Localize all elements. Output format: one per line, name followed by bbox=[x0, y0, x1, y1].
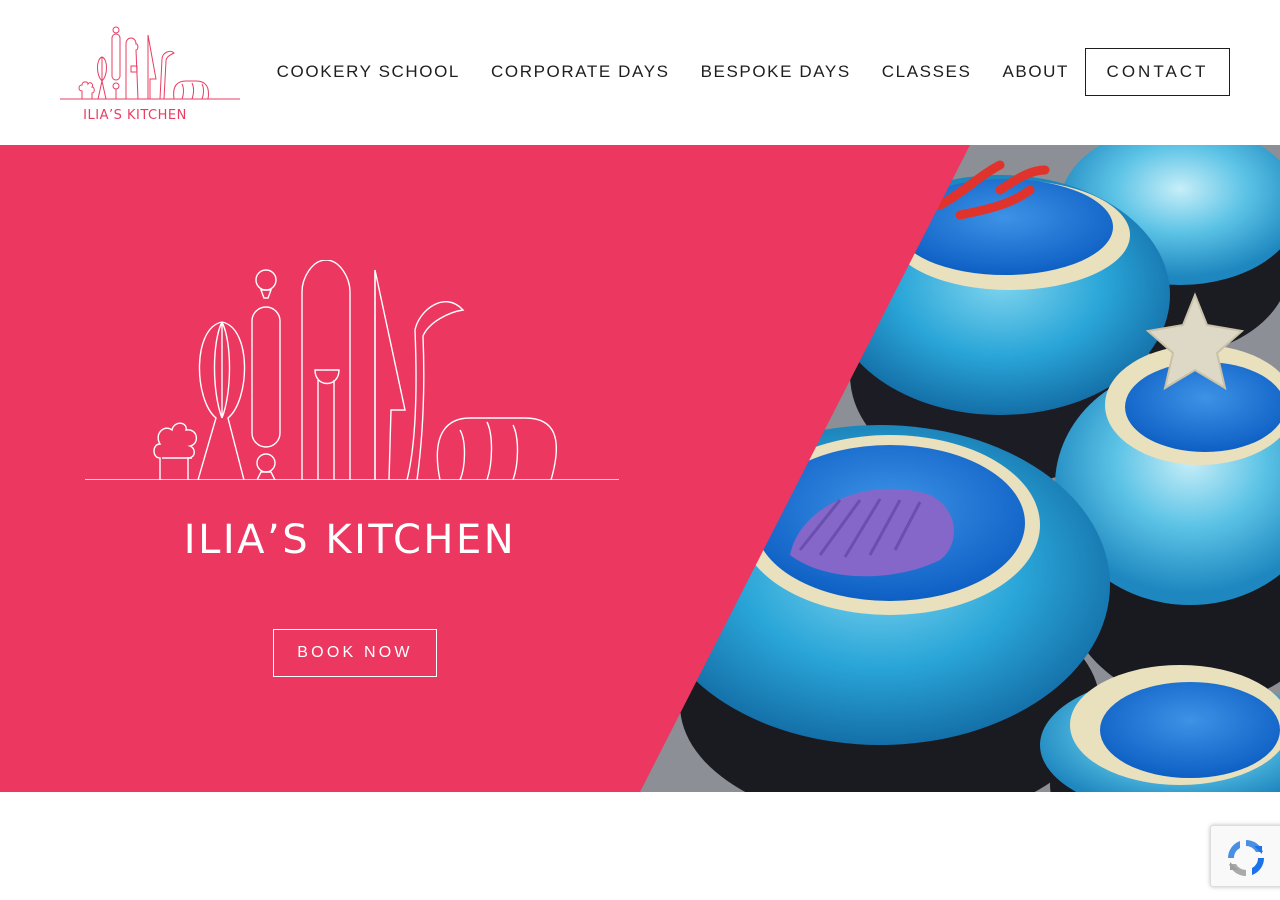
logo-wordmark: ILIA’S KITCHEN bbox=[83, 108, 187, 123]
hero-title: ILIA’S KITCHEN bbox=[183, 517, 517, 563]
site-logo[interactable]: ILIA’S KITCHEN bbox=[60, 22, 242, 127]
recaptcha-icon bbox=[1228, 840, 1264, 876]
main-navigation: COOKERY SCHOOL CORPORATE DAYS BESPOKE DA… bbox=[277, 48, 1230, 96]
hero-section: ILIA’S KITCHEN BOOK NOW bbox=[0, 145, 1280, 792]
contact-button[interactable]: CONTACT bbox=[1085, 48, 1230, 96]
nav-cookery-school[interactable]: COOKERY SCHOOL bbox=[277, 62, 460, 82]
site-header: ILIA’S KITCHEN COOKERY SCHOOL CORPORATE … bbox=[0, 0, 1280, 145]
kitchen-tools-illustration-icon bbox=[85, 260, 619, 480]
book-now-button[interactable]: BOOK NOW bbox=[273, 629, 437, 677]
nav-classes[interactable]: CLASSES bbox=[882, 62, 972, 82]
recaptcha-badge[interactable] bbox=[1210, 825, 1280, 887]
nav-corporate-days[interactable]: CORPORATE DAYS bbox=[491, 62, 670, 82]
nav-about[interactable]: ABOUT bbox=[1002, 62, 1069, 82]
kitchen-tools-logo-icon bbox=[60, 26, 240, 100]
nav-bespoke-days[interactable]: BESPOKE DAYS bbox=[701, 62, 851, 82]
